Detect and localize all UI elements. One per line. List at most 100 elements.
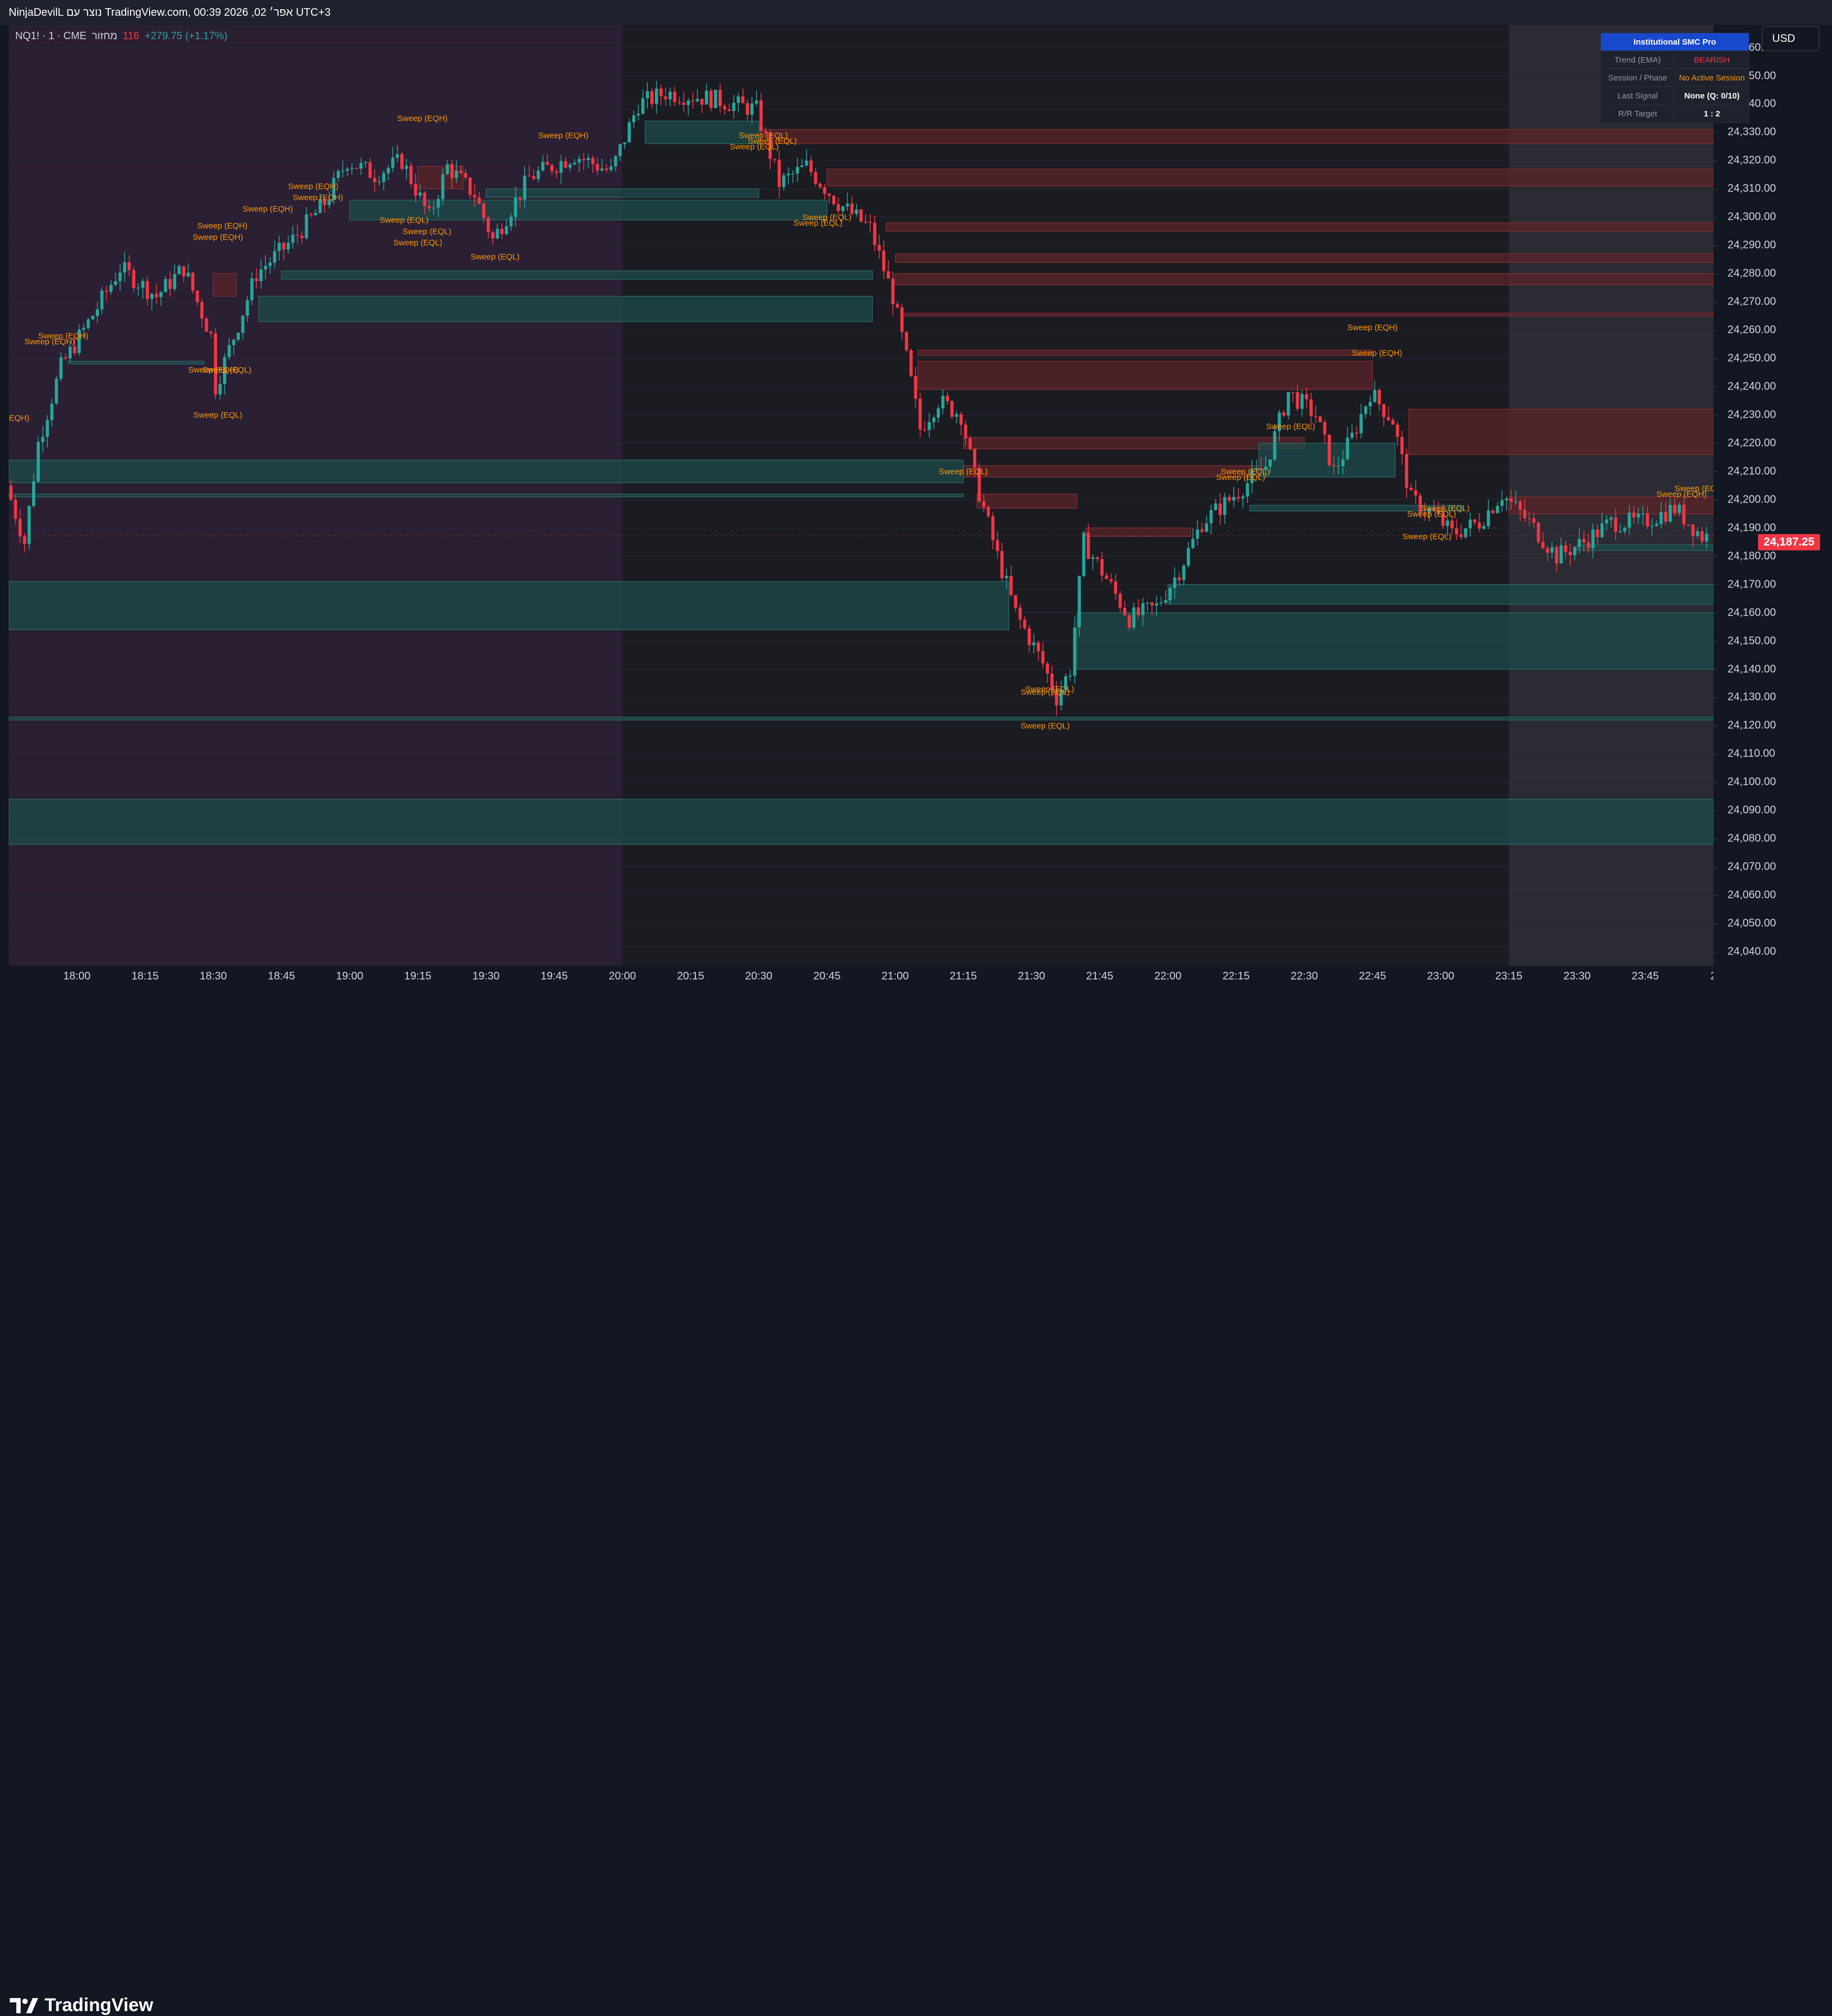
- candle: [1623, 528, 1626, 532]
- candle: [54, 379, 58, 404]
- time-tick-label: 23:30: [1563, 970, 1591, 982]
- candle: [1268, 459, 1272, 467]
- candle: [973, 449, 976, 468]
- time-tick-label: 19:00: [336, 970, 363, 982]
- time-tick-label: 21:45: [1086, 970, 1113, 982]
- candle: [200, 302, 204, 319]
- candle: [968, 438, 972, 449]
- candle: [377, 182, 381, 183]
- candle: [195, 290, 199, 302]
- supply-zone: [917, 361, 1373, 390]
- demand-zone: [9, 493, 964, 498]
- candle: [159, 292, 163, 297]
- candle: [1614, 517, 1618, 532]
- candle: [1568, 551, 1572, 555]
- candle: [809, 160, 813, 172]
- candle: [432, 207, 436, 209]
- candle: [1455, 528, 1458, 535]
- candle: [1309, 399, 1313, 417]
- session-value: No Active Session: [1674, 69, 1749, 87]
- candle: [1100, 559, 1104, 576]
- candle: [241, 315, 245, 333]
- rr-value: 1 : 2: [1674, 104, 1749, 123]
- signal-value: None (Q: 0/10): [1674, 86, 1749, 105]
- candle: [750, 103, 754, 115]
- candlestick-chart[interactable]: Sweep (EQH)Sweep (EQH)Sweep (EQH)Sweep (…: [9, 25, 1713, 966]
- supply-zone: [895, 273, 1713, 286]
- candle: [577, 159, 581, 163]
- time-axis[interactable]: 7:4518:0018:1518:3018:4519:0019:1519:301…: [0, 966, 1713, 991]
- currency-button[interactable]: USD: [1762, 26, 1819, 51]
- candle: [754, 100, 758, 104]
- sweep-label: Sweep (EQL): [1216, 473, 1265, 482]
- candle: [1505, 498, 1508, 500]
- candle: [814, 172, 818, 184]
- candle: [955, 414, 958, 417]
- candle: [995, 540, 999, 551]
- candle: [405, 165, 409, 169]
- time-tick-label: 2: [1710, 970, 1713, 983]
- candle: [345, 169, 349, 171]
- candle: [732, 103, 735, 111]
- candle: [1291, 392, 1295, 393]
- candle: [887, 271, 890, 279]
- candle: [1205, 523, 1209, 532]
- candle: [46, 420, 49, 437]
- candle: [463, 173, 467, 178]
- candle: [1305, 394, 1308, 400]
- price-axis[interactable]: 24,360.00 24,350.00 24,340.00 24,330.00 24,3…: [1713, 25, 1832, 966]
- candle: [359, 163, 363, 169]
- candle: [691, 101, 695, 102]
- symbol-info[interactable]: NQ1! · 1 · CME: [15, 30, 86, 42]
- candle: [1682, 504, 1686, 525]
- candle: [555, 171, 558, 173]
- candle: [18, 519, 22, 537]
- volume-label: מחזור: [91, 30, 117, 42]
- candle: [232, 339, 236, 345]
- candle: [1555, 547, 1558, 564]
- demand-zone: [281, 270, 873, 280]
- candle: [1632, 512, 1636, 518]
- candle: [1355, 432, 1358, 434]
- candle: [1173, 577, 1177, 588]
- candle: [187, 272, 190, 276]
- symbol-legend[interactable]: NQ1! · 1 · CME מחזור 116 +279.75 (+1.17%): [15, 30, 227, 42]
- time-tick-label: 22:00: [1154, 970, 1182, 982]
- tradingview-logo[interactable]: TradingView: [10, 1995, 153, 2016]
- candle: [1645, 513, 1649, 526]
- candle: [1527, 518, 1531, 519]
- candle: [1118, 593, 1122, 608]
- candle: [1618, 531, 1622, 532]
- candle: [546, 162, 549, 165]
- candle: [1014, 595, 1018, 608]
- candle: [145, 281, 149, 299]
- price-tick-label: 24,090.00: [1713, 804, 1776, 816]
- candle: [1587, 542, 1590, 549]
- candle: [1695, 531, 1699, 536]
- candle: [473, 195, 476, 198]
- candle: [1673, 505, 1676, 513]
- chart-pane[interactable]: Sweep (EQH) Sweep (EQH) Sweep (EQH) Sweep (…: [9, 25, 1713, 966]
- candle: [727, 109, 731, 111]
- price-tick-label: 24,040.00: [1713, 945, 1776, 958]
- candle: [1577, 539, 1581, 547]
- candle: [168, 279, 172, 289]
- candle: [941, 395, 945, 408]
- candle: [291, 234, 295, 243]
- candle: [1073, 627, 1076, 676]
- time-tick-label: 20:30: [745, 970, 772, 982]
- candle: [1146, 603, 1149, 604]
- candle: [632, 115, 636, 122]
- candle: [391, 157, 395, 168]
- candle: [373, 178, 376, 182]
- candle: [505, 226, 509, 234]
- candle: [1605, 519, 1608, 524]
- candle: [800, 165, 804, 168]
- time-tick-label: 18:15: [131, 970, 159, 982]
- candle: [496, 228, 499, 239]
- candle: [264, 266, 268, 270]
- candle: [759, 100, 763, 131]
- sweep-label: Sweep (EQL): [730, 142, 779, 152]
- candle: [428, 206, 431, 208]
- candle: [550, 165, 554, 172]
